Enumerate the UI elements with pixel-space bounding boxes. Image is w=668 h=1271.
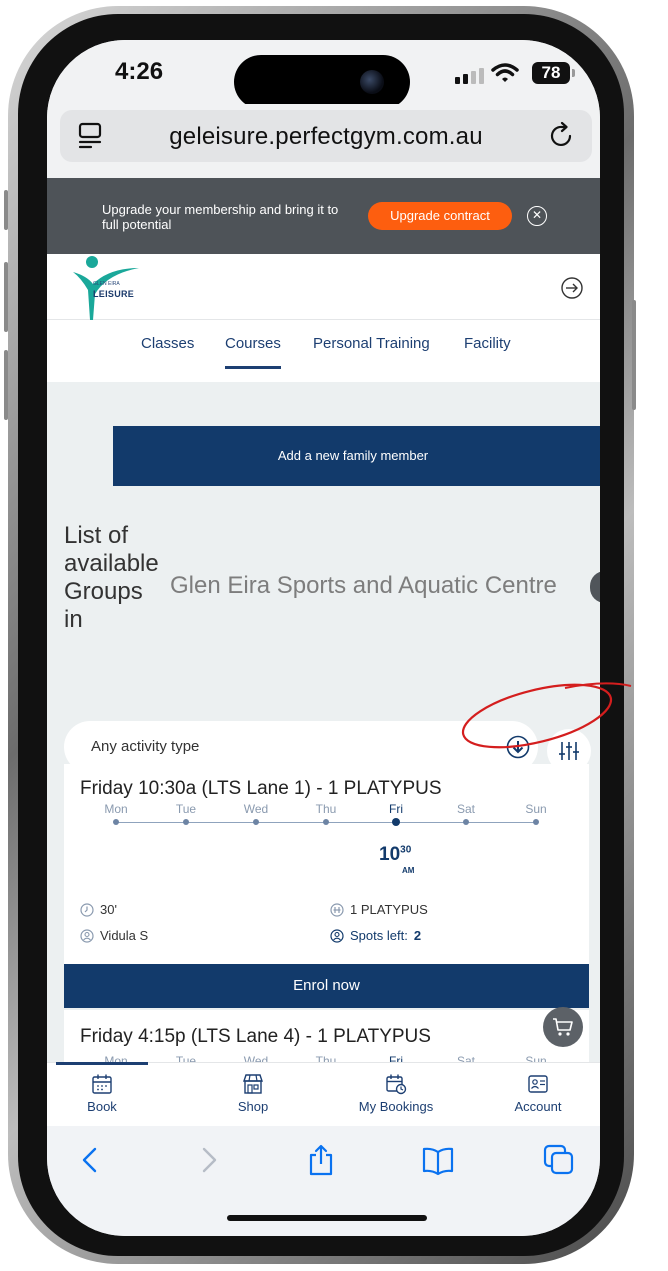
- course-card: Friday 4:15p (LTS Lane 4) - 1 PLATYPUS M…: [64, 1010, 589, 1070]
- instructor-icon: [80, 928, 94, 943]
- nav-shop[interactable]: Shop: [198, 1073, 308, 1114]
- day-dot: [323, 819, 329, 825]
- bookmarks-icon[interactable]: [422, 1144, 454, 1176]
- nav-account[interactable]: Account: [483, 1073, 593, 1114]
- glen-eira-leisure-logo[interactable]: [73, 254, 143, 320]
- instructor-text: Vidula S: [100, 928, 149, 943]
- nav-label: My Bookings: [358, 1099, 434, 1114]
- centre-selector[interactable]: Glen Eira Sports and Aquatic Centre: [170, 572, 557, 600]
- day-dot: [253, 819, 259, 825]
- centre-toggle[interactable]: [590, 571, 600, 603]
- back-icon[interactable]: [75, 1144, 107, 1176]
- section-tabs: Classes Courses Personal Training Facili…: [47, 320, 600, 382]
- account-icon: [528, 1075, 548, 1093]
- nav-label: Shop: [237, 1099, 269, 1114]
- volume-up-button: [4, 262, 8, 332]
- tab-classes[interactable]: Classes: [141, 335, 194, 352]
- dynamic-island: [234, 55, 410, 109]
- battery-nub: [572, 69, 575, 77]
- wifi-icon: [491, 63, 519, 82]
- add-family-member-button[interactable]: Add a new family member: [113, 426, 600, 486]
- address-bar[interactable]: geleisure.perfectgym.com.au: [60, 110, 592, 162]
- cart-button[interactable]: [543, 1007, 583, 1047]
- day-label: Wed: [243, 802, 269, 816]
- main-content: Add a new family member List of availabl…: [47, 382, 600, 705]
- tabs-icon[interactable]: [543, 1144, 575, 1176]
- status-bar: 4:26 78: [47, 40, 600, 109]
- level-info: 1 PLATYPUS: [330, 902, 428, 917]
- volume-down-button: [4, 350, 8, 420]
- shop-icon: [243, 1074, 263, 1094]
- forward-icon[interactable]: [192, 1144, 224, 1176]
- day-label: Mon: [104, 802, 128, 816]
- battery-indicator: 78: [532, 62, 570, 84]
- spots-value: 2: [413, 928, 422, 943]
- time-period: AM: [402, 866, 415, 875]
- duration-text: 30': [100, 902, 117, 917]
- share-icon[interactable]: [305, 1144, 337, 1176]
- groups-heading: List of available Groups in: [64, 522, 159, 633]
- bookings-icon: [386, 1074, 407, 1095]
- spots-info: Spots left: 2: [330, 928, 421, 943]
- enrol-now-button[interactable]: Enrol now: [64, 964, 589, 1008]
- screen: 4:26 78 geleisure.perfectgym.com.au Upgr…: [47, 40, 600, 1236]
- nav-book[interactable]: Book: [47, 1073, 157, 1114]
- day-label: Sat: [456, 802, 475, 816]
- spots-icon: [330, 928, 344, 943]
- level-text: 1 PLATYPUS: [350, 902, 428, 917]
- login-icon[interactable]: [560, 276, 584, 300]
- duration-info: 30': [80, 902, 117, 917]
- session-time: 1030: [379, 844, 411, 866]
- course-card: Friday 10:30a (LTS Lane 1) - 1 PLATYPUS …: [64, 764, 589, 1008]
- day-dot: [183, 819, 189, 825]
- action-button: [4, 190, 8, 230]
- app-bottom-nav: Book Shop My Bookings Account: [47, 1062, 600, 1126]
- browser-address-area: geleisure.perfectgym.com.au: [47, 104, 600, 178]
- upgrade-contract-button[interactable]: Upgrade contract: [368, 202, 512, 230]
- card-title: Friday 4:15p (LTS Lane 4) - 1 PLATYPUS: [80, 1026, 431, 1047]
- home-indicator: [227, 1215, 427, 1221]
- time-minutes: 30: [400, 844, 412, 856]
- status-time: 4:26: [115, 58, 164, 85]
- logo-small-text: GLEN EIRA: [93, 281, 120, 287]
- day-dot: [463, 819, 469, 825]
- day-dot: [113, 819, 119, 825]
- clock-icon: [80, 902, 94, 917]
- day-label: Thu: [315, 802, 337, 816]
- logo-main-text: LEISURE: [93, 289, 135, 299]
- tab-courses[interactable]: Courses: [225, 335, 281, 352]
- activity-type-label: Any activity type: [91, 738, 200, 755]
- day-dot-active: [392, 818, 400, 826]
- tab-personal-training[interactable]: Personal Training: [313, 335, 430, 352]
- banner-text: Upgrade your membership and bring it to …: [102, 202, 339, 232]
- nav-my-bookings[interactable]: My Bookings: [341, 1073, 451, 1114]
- day-label: Tue: [175, 802, 197, 816]
- time-hour: 10: [379, 844, 401, 865]
- active-nav-indicator: [56, 1062, 148, 1065]
- sliders-icon: [559, 742, 579, 760]
- card-title: Friday 10:30a (LTS Lane 1) - 1 PLATYPUS: [80, 778, 442, 799]
- close-icon[interactable]: ✕: [527, 206, 547, 226]
- site-header: GLEN EIRA LEISURE: [47, 254, 600, 320]
- upgrade-banner: Upgrade your membership and bring it to …: [47, 178, 600, 254]
- day-label: Sun: [525, 802, 547, 816]
- calendar-icon: [92, 1074, 112, 1094]
- cart-icon: [553, 1018, 573, 1036]
- camera-icon: [360, 70, 384, 94]
- instructor-info: Vidula S: [80, 928, 148, 943]
- power-button: [632, 300, 636, 410]
- chevron-down-icon[interactable]: [506, 735, 530, 759]
- active-tab-indicator: [225, 366, 281, 369]
- nav-label: Book: [87, 1099, 117, 1114]
- spots-label: Spots left:: [350, 928, 408, 943]
- nav-label: Account: [514, 1099, 562, 1114]
- tab-facility[interactable]: Facility: [464, 335, 511, 352]
- cellular-signal-icon: [455, 68, 484, 84]
- level-icon: [330, 902, 344, 917]
- day-dot: [533, 819, 539, 825]
- reload-icon[interactable]: [548, 121, 576, 149]
- url-text: geleisure.perfectgym.com.au: [169, 123, 483, 150]
- weekday-timeline: Mon Tue Wed Thu Fri Sat Sun: [86, 802, 566, 842]
- day-label-active: Fri: [389, 802, 403, 816]
